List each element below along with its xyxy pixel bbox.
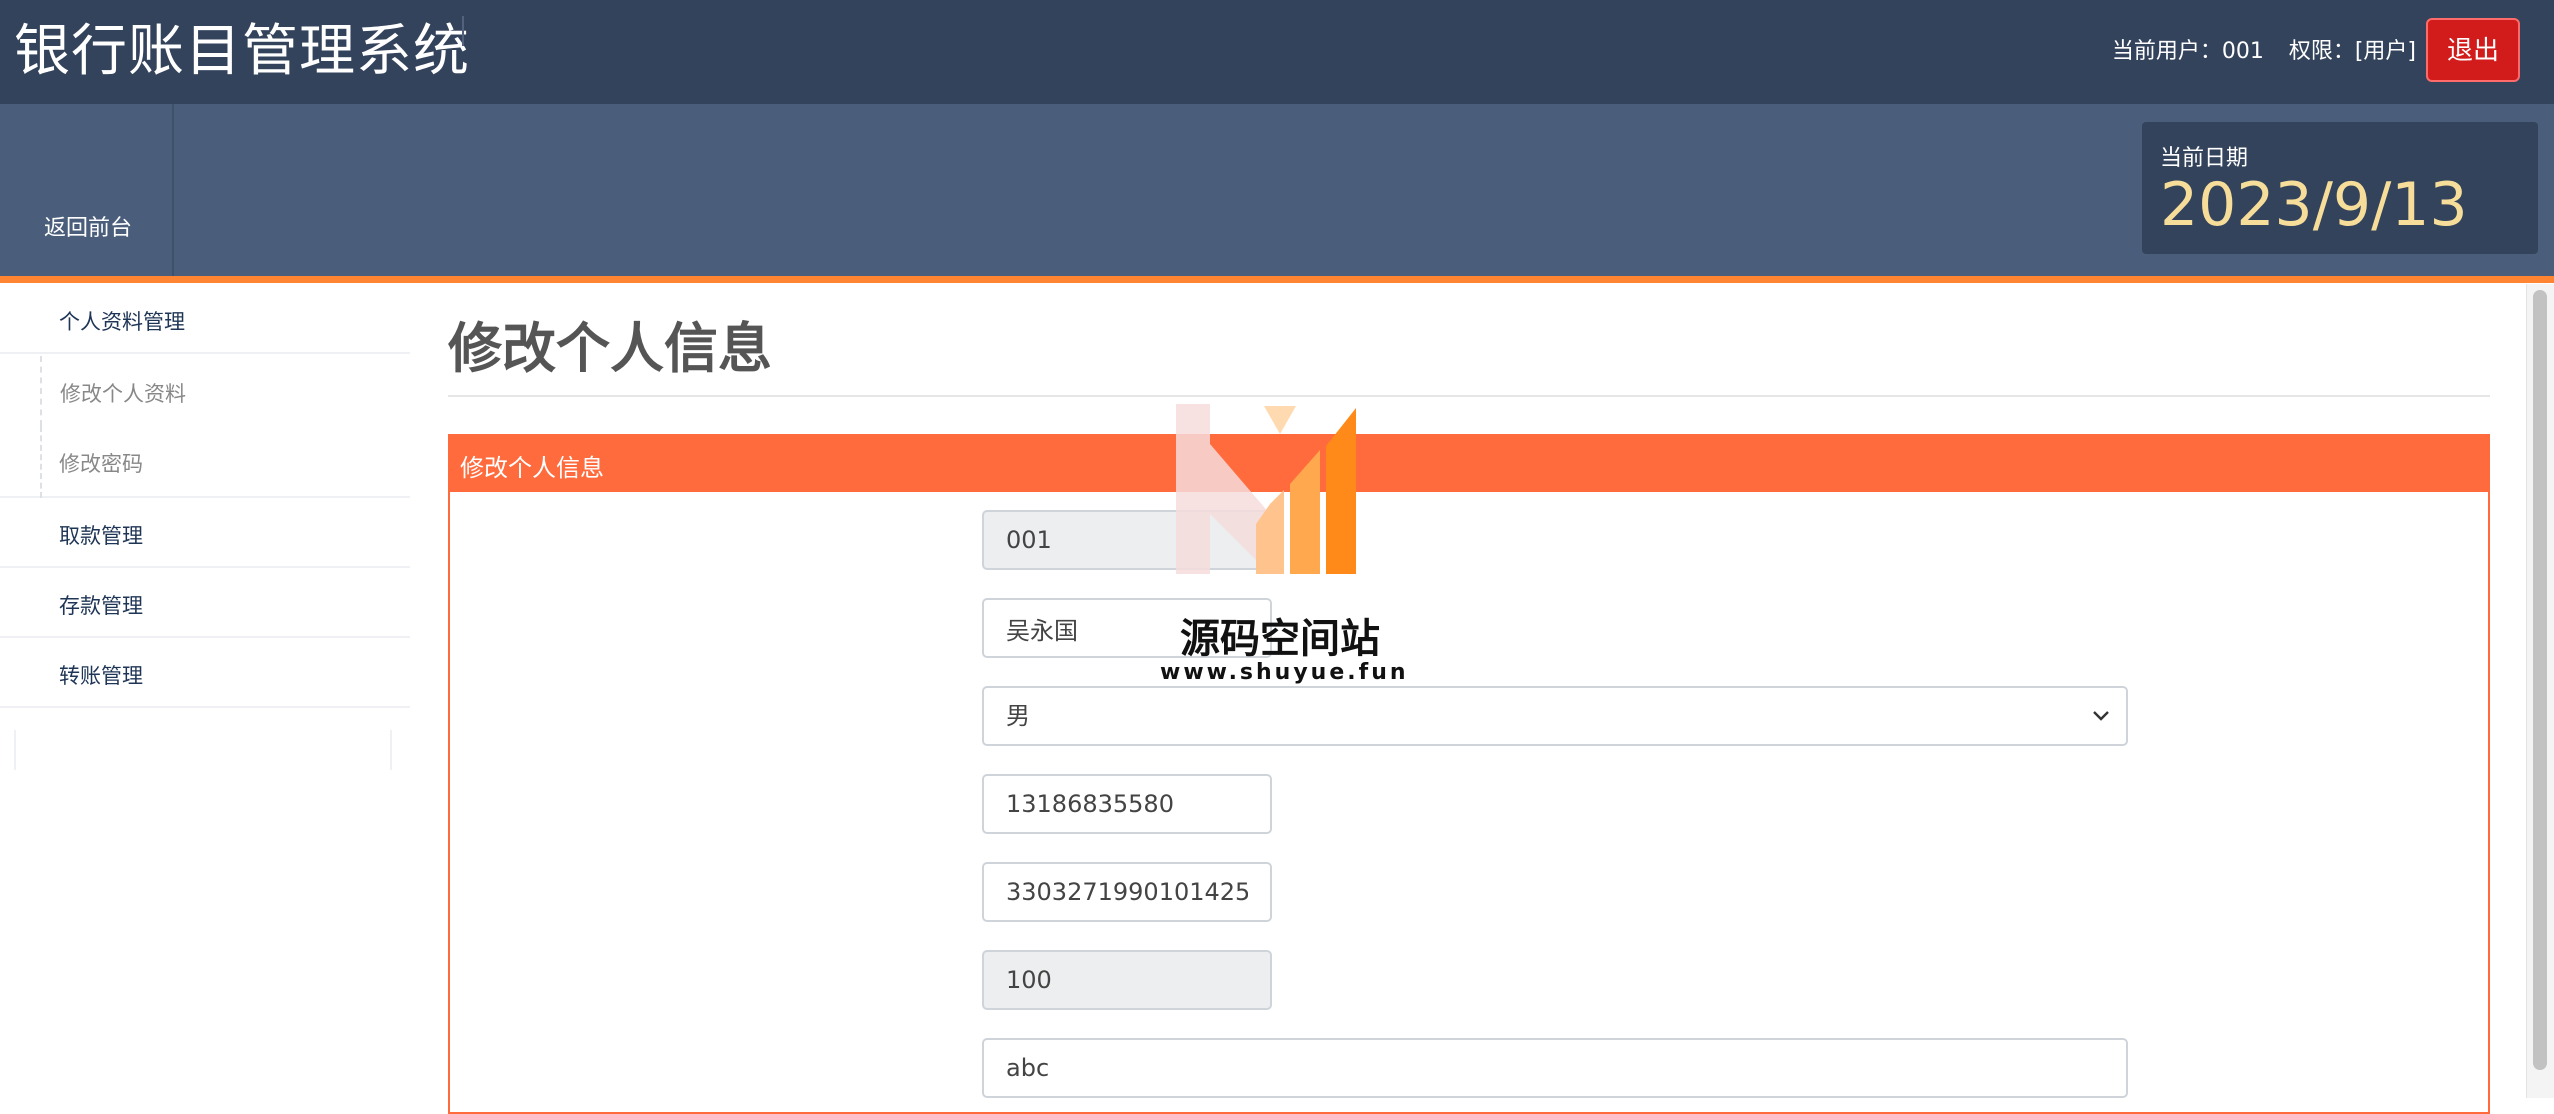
sidebar-item-transfer[interactable]: 转账管理 <box>0 638 410 708</box>
edit-profile-panel: 修改个人信息 卡号 姓名 性别 男 手机 身份证 卡上金额 备注 <box>448 434 2490 1114</box>
card-number-field <box>982 510 1272 570</box>
accent-stripe <box>0 276 2554 283</box>
watermark-url: www.shuyue.fun <box>1160 660 1409 685</box>
title-divider-line <box>448 395 2490 397</box>
sidebar-item-withdrawal[interactable]: 取款管理 <box>0 498 410 568</box>
sidebar-item-label: 存款管理 <box>59 594 143 618</box>
gender-select[interactable]: 男 <box>982 686 2128 746</box>
back-to-frontend-link[interactable]: 返回前台 <box>0 104 174 276</box>
remark-field[interactable] <box>982 1038 2128 1098</box>
back-to-frontend-label: 返回前台 <box>44 216 133 241</box>
watermark-name: 源码空间站 <box>1180 616 1380 662</box>
permission-label: 权限：[用户] <box>2288 39 2416 64</box>
title-divider <box>462 16 464 46</box>
panel-title: 修改个人信息 <box>460 454 604 482</box>
chevron-down-icon <box>2093 711 2109 721</box>
scrollbar-thumb[interactable] <box>2533 290 2547 1070</box>
current-date-box: 当前日期 2023/9/13 <box>2142 122 2538 254</box>
id-card-field[interactable] <box>982 862 1272 922</box>
logout-button[interactable]: 退出 <box>2426 18 2520 82</box>
current-user-label: 当前用户：001 <box>2111 39 2264 64</box>
panel-header: 修改个人信息 <box>450 436 2488 492</box>
sub-tree-line <box>40 426 42 498</box>
page-scrollbar[interactable] <box>2526 284 2554 1098</box>
sidebar-item-label: 转账管理 <box>59 664 143 688</box>
sidebar-footer <box>14 730 392 770</box>
sidebar-item-label: 取款管理 <box>59 524 143 548</box>
user-info: 当前用户：001 权限：[用户] <box>2094 0 2416 104</box>
sidebar-subitem-change-password[interactable]: 修改密码 <box>0 426 410 498</box>
sidebar-item-profile-management[interactable]: 个人资料管理 <box>0 284 410 354</box>
current-date-label: 当前日期 <box>2160 146 2249 171</box>
balance-field <box>982 950 1272 1010</box>
sidebar-item-label: 修改密码 <box>59 452 143 476</box>
current-date-value: 2023/9/13 <box>2160 170 2468 240</box>
top-bar: 银行账目管理系统 当前用户：001 权限：[用户] 退出 <box>0 0 2554 104</box>
app-title: 银行账目管理系统 <box>14 19 470 84</box>
gender-selected-value: 男 <box>1006 702 1030 730</box>
page-title: 修改个人信息 <box>448 317 772 380</box>
sidebar: 个人资料管理 修改个人资料 修改密码 取款管理 存款管理 转账管理 <box>0 284 410 1098</box>
sidebar-item-deposit[interactable]: 存款管理 <box>0 568 410 638</box>
sidebar-item-label: 修改个人资料 <box>60 382 186 406</box>
sidebar-item-label: 个人资料管理 <box>59 310 185 334</box>
phone-field[interactable] <box>982 774 1272 834</box>
sidebar-subitem-edit-profile[interactable]: 修改个人资料 <box>40 356 410 426</box>
